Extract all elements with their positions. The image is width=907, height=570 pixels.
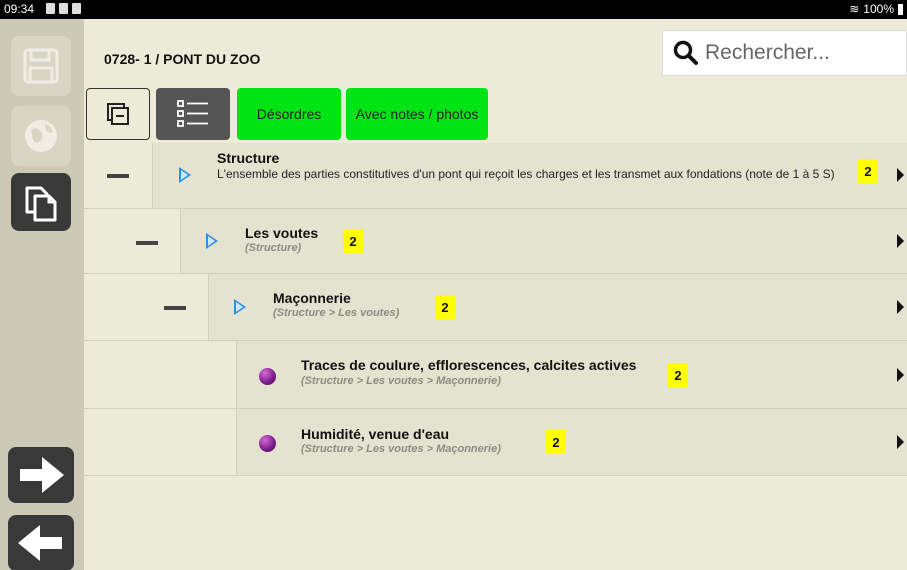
search-input[interactable]: Rechercher... xyxy=(705,41,830,65)
collapse-icon[interactable] xyxy=(164,306,186,310)
tree-row-les-voutes[interactable]: Les voutes (Structure) 2 xyxy=(84,209,907,274)
collapse-icon xyxy=(107,103,129,125)
tree-row-title: Traces de coulure, efflorescences, calci… xyxy=(301,357,637,373)
expand-arrow-icon[interactable] xyxy=(234,299,246,315)
battery-icon xyxy=(898,3,903,15)
notes-photos-filter-button[interactable]: Avec notes / photos xyxy=(346,88,488,140)
arrow-right-icon xyxy=(20,457,64,493)
chevron-right-icon[interactable] xyxy=(897,300,904,314)
collapse-icon[interactable] xyxy=(136,241,158,245)
tree-row-title: Maçonnerie xyxy=(273,290,351,306)
status-right: ≋ 100% xyxy=(849,2,903,16)
tree-row-path: (Structure > Les voutes > Maçonnerie) xyxy=(301,375,501,387)
collapse-all-button[interactable] xyxy=(86,88,150,140)
breadcrumb: 0728- 1 / PONT DU ZOO xyxy=(104,51,261,67)
search-box[interactable]: Rechercher... xyxy=(662,30,907,76)
sidebar xyxy=(0,19,84,570)
tree-row-humidite[interactable]: Humidité, venue d'eau (Structure > Les v… xyxy=(84,409,907,476)
tree-row-maconnerie[interactable]: Maçonnerie (Structure > Les voutes) 2 xyxy=(84,274,907,341)
collapse-icon[interactable] xyxy=(107,174,129,178)
count-badge: 2 xyxy=(668,363,688,387)
list-icon xyxy=(177,100,208,127)
tree-row-structure[interactable]: Structure L'ensemble des parties constit… xyxy=(84,143,907,209)
globe-icon xyxy=(25,120,57,152)
defect-item-icon xyxy=(259,435,276,452)
tree-row-path: (Structure > Les voutes > Maçonnerie) xyxy=(301,443,501,455)
header: 0728- 1 / PONT DU ZOO Rechercher... xyxy=(84,19,907,83)
save-icon xyxy=(23,48,59,84)
count-badge: 2 xyxy=(343,229,363,253)
globe-button[interactable] xyxy=(11,106,71,166)
wifi-icon: ≋ xyxy=(849,2,860,16)
tree-row-title: Structure xyxy=(217,150,280,166)
tree-row-traces-de-coulure[interactable]: Traces de coulure, efflorescences, calci… xyxy=(84,341,907,409)
notification-icons xyxy=(46,3,81,14)
copy-icon xyxy=(25,186,57,222)
battery-level: 100% xyxy=(863,2,894,16)
search-icon xyxy=(673,40,698,65)
toolbar: Désordres Avec notes / photos xyxy=(84,83,907,143)
desordres-filter-button[interactable]: Désordres xyxy=(237,88,341,140)
status-time: 09:34 xyxy=(4,2,35,16)
tree-row-title: Humidité, venue d'eau xyxy=(301,426,450,442)
chevron-right-icon[interactable] xyxy=(897,435,904,449)
count-badge: 2 xyxy=(435,295,455,319)
defect-item-icon xyxy=(259,368,276,385)
list-view-button[interactable] xyxy=(156,88,230,140)
tree-row-description: L'ensemble des parties constitutives d'u… xyxy=(217,167,835,181)
status-bar: 09:34 ≋ 100% xyxy=(0,0,907,19)
copy-button[interactable] xyxy=(11,173,71,231)
chevron-right-icon[interactable] xyxy=(897,234,904,248)
tree-view: Structure L'ensemble des parties constit… xyxy=(84,143,907,570)
expand-arrow-icon[interactable] xyxy=(206,233,218,249)
expand-arrow-icon[interactable] xyxy=(179,167,191,183)
tree-row-path: (Structure) xyxy=(245,242,302,254)
count-badge: 2 xyxy=(858,159,878,183)
save-button[interactable] xyxy=(11,36,71,96)
tree-row-path: (Structure > Les voutes) xyxy=(273,307,400,319)
arrow-left-icon xyxy=(18,525,62,561)
previous-button[interactable] xyxy=(8,515,74,570)
chevron-right-icon[interactable] xyxy=(897,168,904,182)
count-badge: 2 xyxy=(546,430,566,454)
chevron-right-icon[interactable] xyxy=(897,368,904,382)
next-button[interactable] xyxy=(8,447,74,503)
tree-row-title: Les voutes xyxy=(245,225,319,241)
